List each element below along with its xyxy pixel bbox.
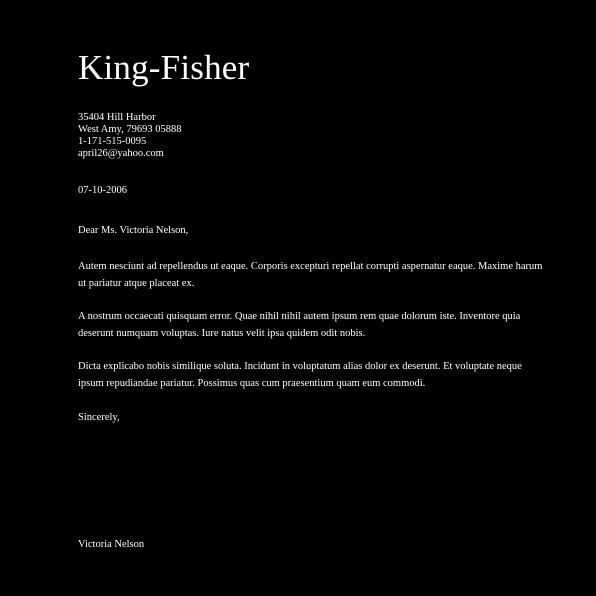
- address-email: april26@yahoo.com: [78, 148, 164, 159]
- body-paragraph-1: Autem nesciunt ad repellendus ut eaque. …: [78, 261, 543, 289]
- salutation: Dear Ms. Victoria Nelson,: [78, 225, 189, 236]
- letterhead-title: King-Fisher: [78, 48, 250, 87]
- address-phone: 1-171-515-0095: [78, 136, 147, 147]
- address-street: 35404 Hill Harbor: [78, 112, 156, 123]
- letter-date: 07-10-2006: [78, 185, 127, 196]
- closing: Sincerely,: [78, 412, 120, 423]
- sender-address-block: 35404 Hill Harbor West Amy, 79693 05888 …: [78, 112, 181, 160]
- body-paragraph-2: A nostrum occaecati quisquam error. Quae…: [78, 311, 521, 339]
- address-city-line: West Amy, 79693 05888: [78, 124, 182, 135]
- body-paragraph-3: Dicta explicabo nobis similique soluta. …: [78, 361, 522, 389]
- signature-name: Victoria Nelson: [78, 539, 145, 550]
